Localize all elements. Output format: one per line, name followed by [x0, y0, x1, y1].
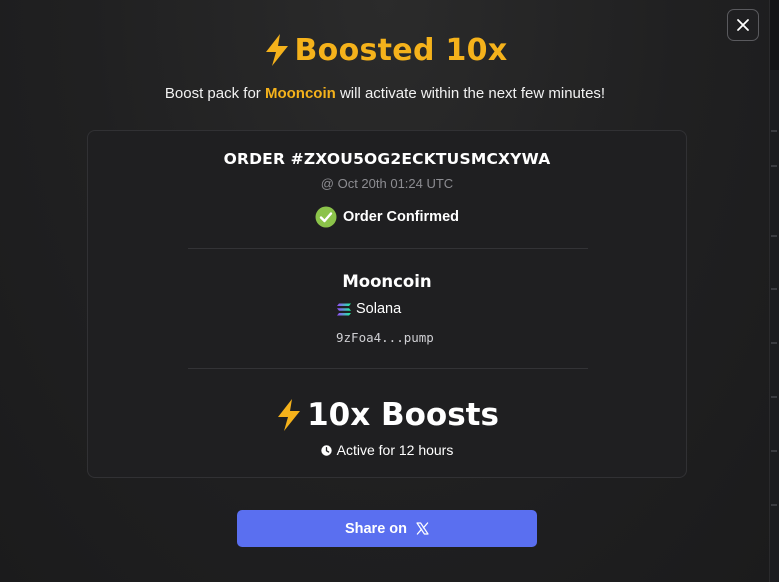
modal-subtitle: Boost pack for Mooncoin will activate wi…	[0, 85, 770, 102]
modal-title: Boosted 10x	[0, 28, 770, 72]
subtitle-prefix: Boost pack for	[164, 85, 265, 102]
order-id: ORDER #ZXOU5OG2ECKTUSMCXYWA	[223, 150, 551, 168]
boost-duration: Active for 12 hours	[88, 442, 686, 458]
check-circle-icon	[315, 206, 337, 228]
modal-title-text: Boosted 10x	[294, 32, 508, 68]
token-name: Mooncoin	[342, 272, 432, 291]
order-timestamp: @ Oct 20th 01:24 UTC	[320, 176, 454, 191]
boost-duration-label: Active for 12 hours	[336, 442, 454, 458]
solana-icon	[337, 303, 351, 315]
share-on-x-button[interactable]: Share on	[237, 510, 537, 547]
subtitle-coin-name: Mooncoin	[264, 85, 336, 102]
share-button-label: Share on	[344, 520, 408, 537]
divider	[188, 248, 588, 249]
boost-amount-label: 10x Boosts	[307, 397, 499, 433]
token-chain-label: Solana	[356, 301, 402, 317]
subtitle-suffix: will activate within the next few minute…	[335, 85, 606, 102]
token-address: 9zFoa4...pump	[336, 330, 434, 345]
lightning-icon	[278, 399, 301, 431]
clock-icon	[320, 444, 332, 456]
token-chain: Solana	[336, 301, 401, 317]
order-status-label: Order Confirmed	[342, 209, 459, 225]
x-logo-icon	[416, 522, 429, 535]
order-status: Order Confirmed	[88, 206, 686, 228]
boost-amount: 10x Boosts	[88, 393, 686, 437]
divider	[188, 368, 588, 369]
lightning-icon	[265, 34, 288, 66]
boost-confirmation-modal: Boosted 10x Boost pack for Mooncoin will…	[0, 0, 770, 582]
order-details-card: ORDER #ZXOU5OG2ECKTUSMCXYWA @ Oct 20th 0…	[87, 130, 687, 478]
